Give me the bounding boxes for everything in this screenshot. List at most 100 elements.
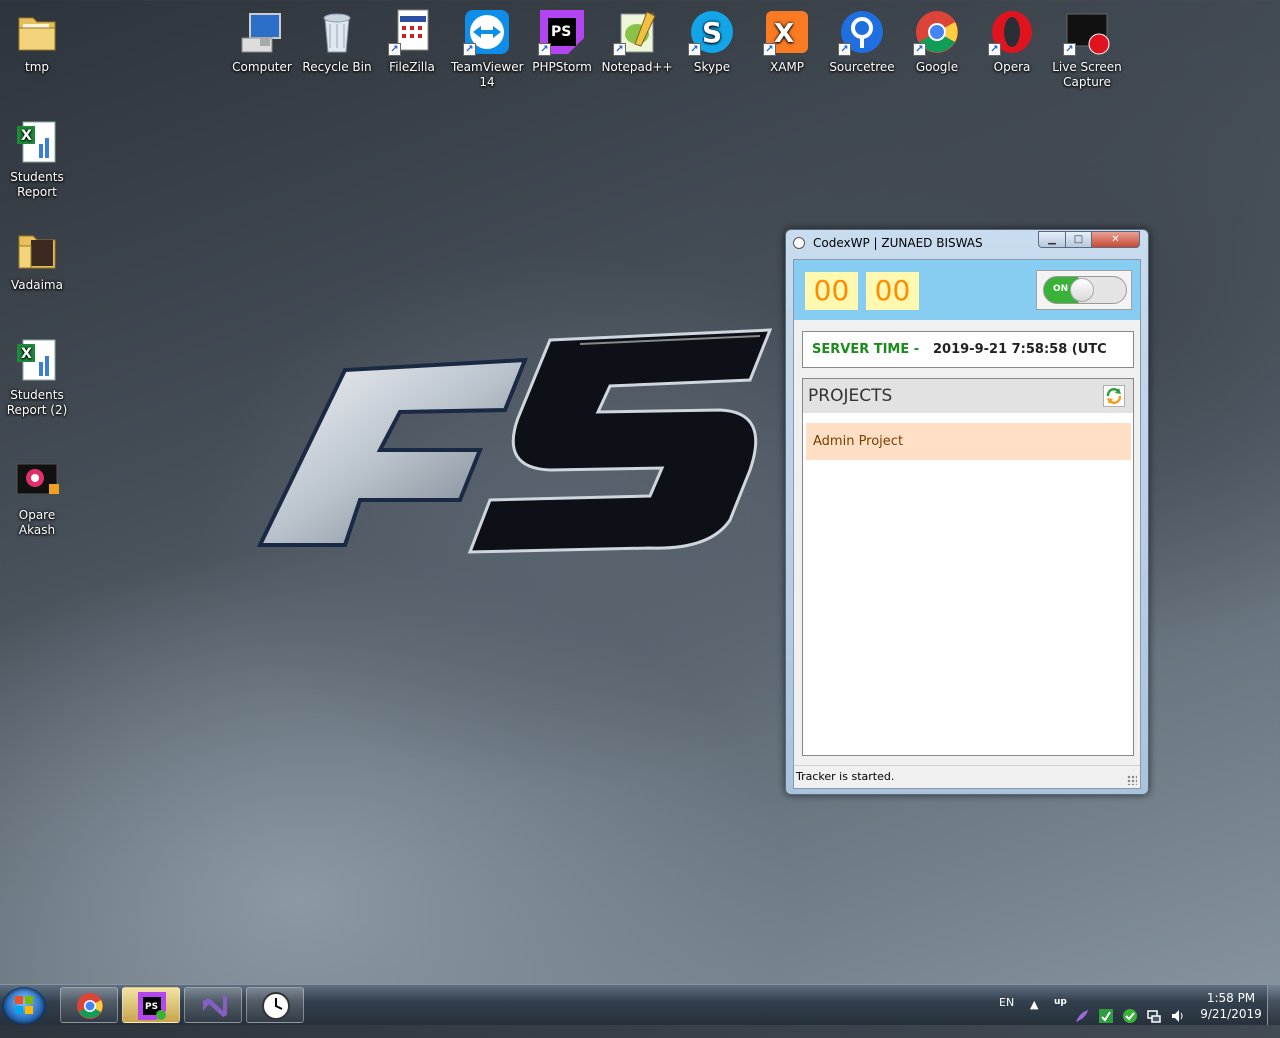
close-button[interactable]: ✕ [1091, 231, 1140, 248]
toggle-knob[interactable] [1070, 278, 1094, 302]
desktop-icon-students-report[interactable]: X Students Report [1, 118, 73, 200]
svg-text:PS: PS [551, 24, 571, 40]
chrome-icon: ↗ [913, 8, 961, 56]
project-item[interactable]: Admin Project [806, 423, 1131, 460]
taskbar-chrome[interactable] [60, 987, 118, 1023]
desktop-icon-label: Students Report (2) [6, 388, 68, 417]
desktop-icon-notepadpp[interactable]: ↗ Notepad++ [601, 8, 673, 75]
svg-text:X: X [21, 128, 32, 144]
status-bar: Tracker is started. [794, 765, 1140, 788]
tray-overflow-chevron-icon[interactable]: ▲ [1030, 998, 1038, 1038]
refresh-icon[interactable] [1103, 385, 1125, 407]
clock-icon [793, 237, 805, 249]
show-desktop-button[interactable] [1267, 985, 1280, 1025]
windows-logo-icon [15, 996, 33, 1014]
server-time-value: 2019-9-21 7:58:58 (UTC [933, 342, 1107, 357]
taskbar-visual-studio[interactable] [184, 987, 242, 1023]
desktop-icon-label: Google [915, 60, 959, 74]
folder-icon [13, 8, 61, 56]
desktop-icon-label: Opare Akash [18, 508, 56, 537]
tracker-toggle-frame: ON [1036, 270, 1132, 310]
desktop-icon-skype[interactable]: S ↗ Skype [676, 8, 748, 75]
desktop-icon-label: Computer [232, 60, 292, 74]
excel-file-icon: X [13, 118, 61, 166]
shortcut-arrow-icon: ↗ [463, 43, 476, 56]
sync-tray-icon[interactable] [1098, 996, 1114, 1036]
svg-text:S: S [702, 16, 722, 49]
taskbar-clock[interactable]: 1:58 PM 9/21/2019 [1198, 990, 1264, 1022]
phpstorm-icon: PS ↗ [538, 8, 586, 56]
clock-time: 1:58 PM [1206, 991, 1256, 1005]
desktop-icon-label: Skype [693, 60, 731, 74]
codexwp-window[interactable]: CodexWP | ZUNAED BISWAS ▁ □ ✕ 00 00 ON S… [785, 229, 1149, 795]
security-check-tray-icon[interactable] [1122, 996, 1138, 1036]
server-time-box: SERVER TIME - 2019-9-21 7:58:58 (UTC [802, 331, 1134, 368]
shortcut-arrow-icon: ↗ [1063, 43, 1076, 56]
maximize-button[interactable]: □ [1065, 231, 1092, 248]
desktop-icon-recycle-bin[interactable]: Recycle Bin [301, 8, 373, 75]
desktop-icon-label: XAMP [769, 60, 805, 74]
chrome-icon [77, 993, 103, 1019]
skype-icon: S ↗ [688, 8, 736, 56]
language-indicator[interactable]: EN [999, 996, 1014, 1036]
taskbar: PS EN ▲ up 1:58 PM 9/21/2019 [0, 984, 1280, 1025]
start-button[interactable] [2, 987, 46, 1025]
server-time-label: SERVER TIME - [812, 342, 920, 357]
desktop-icon-tmp[interactable]: tmp [1, 8, 73, 75]
desktop-icon-vadaima[interactable]: Vadaima [1, 226, 73, 293]
desktop-icon-google[interactable]: ↗ Google [901, 8, 973, 75]
desktop-icon-teamviewer[interactable]: ↗ TeamViewer 14 [451, 8, 524, 90]
desktop-icon-opare-akash[interactable]: Opare Akash [1, 456, 73, 538]
window-client-area: 00 00 ON SERVER TIME - 2019-9-21 7:58:58… [793, 259, 1141, 789]
desktop-icon-live-screen-capture[interactable]: ↗ Live Screen Capture [1051, 8, 1123, 90]
desktop-icon-label: Notepad++ [601, 60, 673, 74]
shortcut-arrow-icon: ↗ [388, 43, 401, 56]
window-title: CodexWP | ZUNAED BISWAS [813, 236, 983, 250]
shortcut-arrow-icon: ↗ [988, 43, 1001, 56]
xampp-icon: X ↗ [763, 8, 811, 56]
recycle-bin-icon [313, 8, 361, 56]
desktop-icon-phpstorm[interactable]: PS ↗ PHPStorm [526, 8, 598, 75]
shortcut-arrow-icon: ↗ [763, 43, 776, 56]
desktop-icon-label: Vadaima [11, 278, 63, 292]
toggle-on-label: ON [1053, 284, 1069, 294]
taskbar-phpstorm[interactable]: PS [122, 987, 180, 1023]
svg-text:X: X [21, 346, 32, 362]
video-file-icon [13, 456, 61, 504]
svg-text:X: X [774, 19, 794, 49]
desktop-icon-label: Live Screen Capture [1052, 60, 1122, 89]
desktop-icon-students-report-2[interactable]: X Students Report (2) [1, 336, 73, 418]
desktop-icon-computer[interactable]: Computer [226, 8, 298, 75]
minimize-button[interactable]: ▁ [1038, 231, 1066, 248]
desktop-icon-xampp[interactable]: X ↗ XAMP [751, 8, 823, 75]
desktop-icon-sourcetree[interactable]: ↗ Sourcetree [826, 8, 898, 75]
excel-file-icon: X [13, 336, 61, 384]
volume-tray-icon[interactable] [1170, 996, 1186, 1036]
timer-minutes: 00 [866, 272, 919, 310]
visual-studio-icon [203, 995, 227, 1017]
shortcut-arrow-icon: ↗ [688, 43, 701, 56]
filezilla-icon: ↗ [388, 8, 436, 56]
window-titlebar[interactable]: CodexWP | ZUNAED BISWAS ▁ □ ✕ [786, 230, 1148, 256]
desktop-icon-opera[interactable]: ↗ Opera [976, 8, 1048, 75]
taskbar-clock-app[interactable] [246, 987, 304, 1023]
network-tray-icon[interactable] [1146, 996, 1162, 1036]
sourcetree-icon: ↗ [838, 8, 886, 56]
feather-tray-icon[interactable] [1074, 996, 1090, 1036]
desktop-icon-label: Students Report [10, 170, 64, 199]
desktop-icon-label: Opera [993, 60, 1031, 74]
status-text: Tracker is started. [796, 770, 895, 783]
shortcut-arrow-icon: ↗ [613, 43, 626, 56]
desktop-icon-label: PHPStorm [532, 60, 592, 74]
shortcut-arrow-icon: ↗ [913, 43, 926, 56]
notepadpp-icon: ↗ [613, 8, 661, 56]
desktop-icon-filezilla[interactable]: ↗ FileZilla [376, 8, 448, 75]
upwork-tray-icon[interactable]: up [1054, 997, 1067, 1037]
folder-icon [13, 226, 61, 274]
timer-hours: 00 [805, 272, 858, 310]
shortcut-arrow-icon: ↗ [538, 43, 551, 56]
tracker-toggle[interactable]: ON [1043, 276, 1127, 304]
resize-grip-icon[interactable] [1127, 775, 1137, 785]
projects-header: PROJECTS [803, 379, 1133, 413]
clock-app-icon [262, 992, 290, 1020]
